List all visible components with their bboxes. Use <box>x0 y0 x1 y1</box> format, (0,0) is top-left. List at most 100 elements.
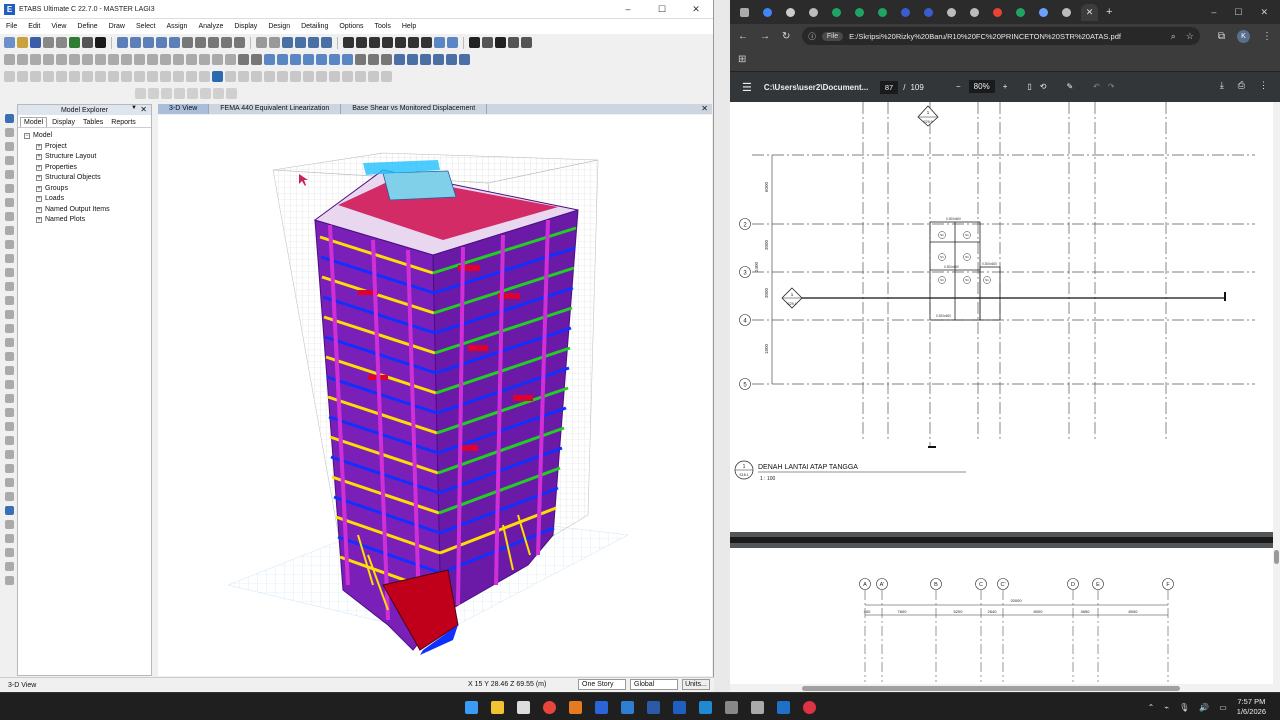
address-bar[interactable]: ⓘ File E:/Skripsi%20Rizky%20Baru/R10%20F… <box>802 27 1200 45</box>
tab-green-icon[interactable] <box>828 4 845 21</box>
reload-icon[interactable]: ↻ <box>782 31 790 42</box>
tab-google-icon[interactable] <box>759 4 776 21</box>
tab-green-icon[interactable] <box>874 4 891 21</box>
tool-icon[interactable] <box>4 54 15 65</box>
close-icon[interactable]: ✕ <box>1260 7 1268 18</box>
minimize-icon[interactable]: – <box>1211 7 1216 18</box>
measure-icon[interactable] <box>251 54 262 65</box>
apps-grid-icon[interactable]: ⊞ <box>738 54 746 65</box>
tab-tables[interactable]: Tables <box>80 118 106 127</box>
tool-icon[interactable] <box>4 450 14 459</box>
perspective-icon[interactable] <box>234 37 245 48</box>
extensions-icon[interactable]: ⧉ <box>1218 31 1225 42</box>
draw-beam-icon[interactable] <box>369 37 380 48</box>
menu-draw[interactable]: Draw <box>109 23 125 30</box>
menu-tools[interactable]: Tools <box>374 23 390 30</box>
pencil-icon[interactable] <box>69 37 80 48</box>
refresh-icon[interactable] <box>321 37 332 48</box>
assign-icon[interactable] <box>160 71 171 82</box>
expand-icon[interactable]: + <box>36 164 42 171</box>
tree-node-model[interactable]: − Model <box>24 131 151 142</box>
text-icon[interactable] <box>469 37 480 48</box>
draw-wall-icon[interactable] <box>421 37 432 48</box>
tool-icon[interactable] <box>4 562 14 571</box>
zoom-rubber-icon[interactable] <box>117 37 128 48</box>
zoom-level-input[interactable]: 80% <box>968 80 995 93</box>
section-cut-icon[interactable] <box>238 54 249 65</box>
zoom-extents-icon[interactable] <box>156 37 167 48</box>
tool-icon[interactable] <box>4 240 14 249</box>
expand-icon[interactable]: + <box>36 196 42 203</box>
tool-icon[interactable] <box>4 408 14 417</box>
assign-icon[interactable] <box>355 71 366 82</box>
plan-view-icon[interactable] <box>195 37 206 48</box>
tool-icon[interactable] <box>174 88 185 99</box>
view-option-icon[interactable] <box>407 54 418 65</box>
undo-icon[interactable]: ↶ <box>1093 82 1100 91</box>
assign-icon[interactable] <box>186 71 197 82</box>
zoom-out-icon[interactable] <box>143 37 154 48</box>
3d-view-icon[interactable] <box>182 37 193 48</box>
menu-assign[interactable]: Assign <box>166 23 187 30</box>
page-number-input[interactable]: 87 <box>879 80 899 94</box>
assign-icon[interactable] <box>329 71 340 82</box>
tool-icon[interactable] <box>4 184 14 193</box>
show-forces-icon[interactable] <box>381 54 392 65</box>
menu-select[interactable]: Select <box>136 23 155 30</box>
tool-icon[interactable] <box>199 54 210 65</box>
assign-icon[interactable] <box>56 71 67 82</box>
assign-icon[interactable] <box>303 71 314 82</box>
maximize-icon[interactable]: ☐ <box>645 4 679 15</box>
zoom-out-icon[interactable]: − <box>956 82 961 91</box>
assign-icon[interactable] <box>290 71 301 82</box>
draw-slab-icon[interactable] <box>408 37 419 48</box>
tool-icon[interactable] <box>4 142 14 151</box>
tool-icon[interactable] <box>4 548 14 557</box>
assign-icon[interactable] <box>30 71 41 82</box>
app-icon[interactable] <box>748 698 766 716</box>
tool-icon[interactable] <box>4 492 14 501</box>
tool-icon[interactable] <box>69 54 80 65</box>
expand-icon[interactable]: + <box>36 143 42 150</box>
assign-icon[interactable] <box>199 71 210 82</box>
tool-icon[interactable] <box>4 282 14 291</box>
show-icon[interactable] <box>447 37 458 48</box>
outlook-icon[interactable] <box>774 698 792 716</box>
volume-icon[interactable]: 🔊 <box>1199 703 1209 712</box>
view-option-icon[interactable] <box>433 54 444 65</box>
minimize-icon[interactable]: – <box>611 4 645 15</box>
tree-node-groups[interactable]: + Groups <box>24 184 151 195</box>
select-poly-icon[interactable] <box>277 54 288 65</box>
coord-system-select[interactable]: Global <box>630 679 678 690</box>
tab-globe-icon[interactable] <box>805 4 822 21</box>
assign-icon[interactable] <box>121 71 132 82</box>
expand-icon[interactable]: + <box>36 154 42 161</box>
tree-node-named-output-items[interactable]: + Named Output Items <box>24 205 151 216</box>
assign-icon[interactable] <box>82 71 93 82</box>
menu-detailing[interactable]: Detailing <box>301 23 328 30</box>
clear-select-icon[interactable] <box>342 54 353 65</box>
tab-globe-icon[interactable] <box>1058 4 1075 21</box>
tool-icon[interactable] <box>4 352 14 361</box>
assign-icon[interactable] <box>238 71 249 82</box>
assign-icon[interactable] <box>277 71 288 82</box>
tab-gmail-icon[interactable] <box>989 4 1006 21</box>
tool-icon[interactable] <box>43 54 54 65</box>
tool-icon[interactable] <box>186 54 197 65</box>
assign-icon[interactable] <box>147 71 158 82</box>
expand-icon[interactable]: + <box>36 185 42 192</box>
assign-icon[interactable] <box>4 71 15 82</box>
zoom-in-icon[interactable] <box>130 37 141 48</box>
tool-icon[interactable] <box>4 534 14 543</box>
draw-frame-icon[interactable] <box>356 37 367 48</box>
tool-icon[interactable] <box>4 520 14 529</box>
maximize-icon[interactable]: ☐ <box>1234 7 1242 18</box>
undo-icon[interactable] <box>43 37 54 48</box>
tool-icon[interactable] <box>4 254 14 263</box>
tab-base-shear[interactable]: Base Shear vs Monitored Displacement <box>341 104 488 114</box>
new-model-icon[interactable] <box>4 37 15 48</box>
menu-define[interactable]: Define <box>77 23 97 30</box>
battery-icon[interactable]: ▭ <box>1219 703 1227 712</box>
tool-icon[interactable] <box>4 422 14 431</box>
assign-icon[interactable] <box>69 71 80 82</box>
